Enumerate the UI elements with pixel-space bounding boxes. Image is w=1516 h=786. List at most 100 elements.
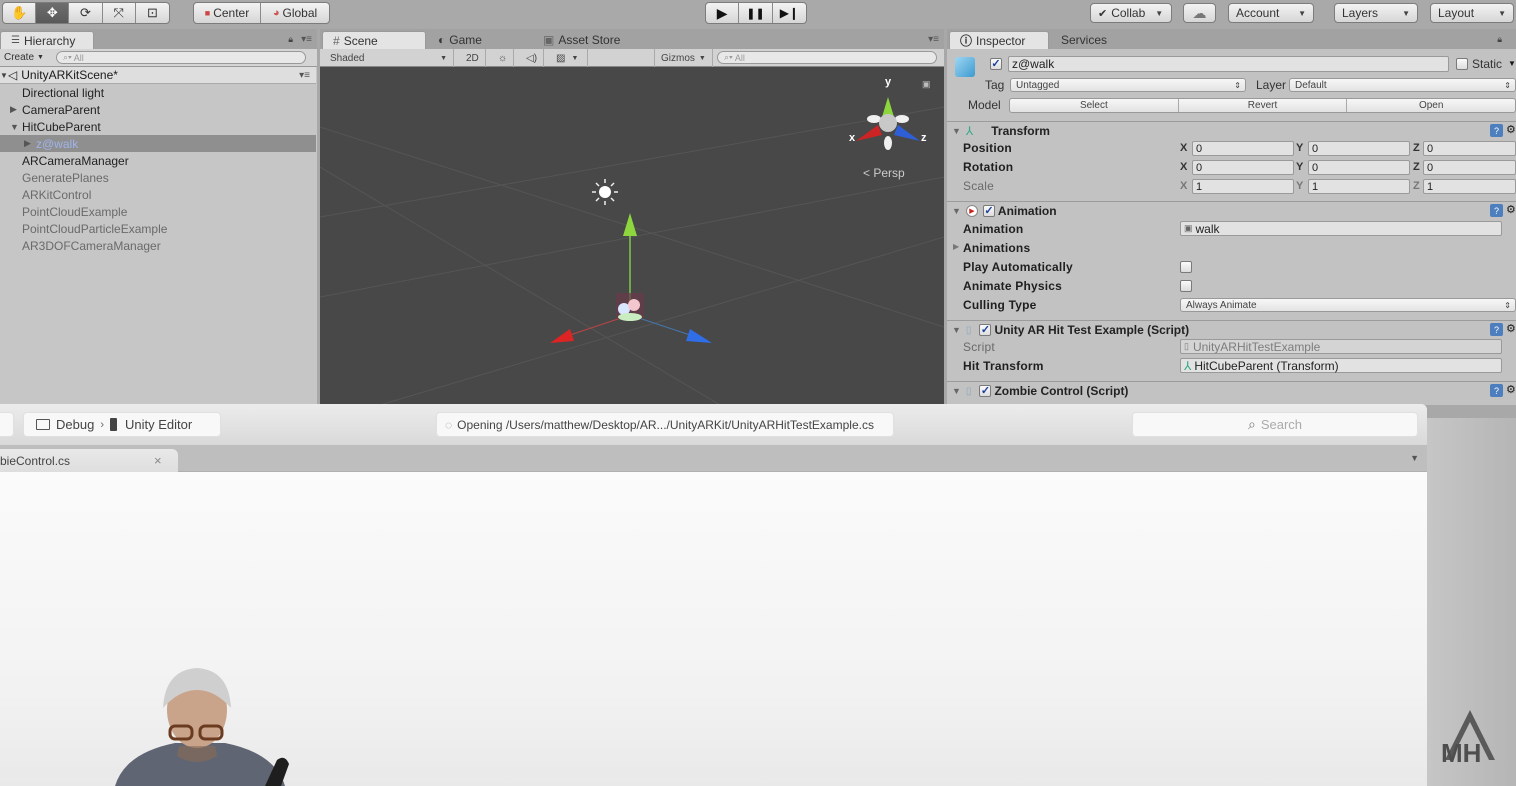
scheme-selector[interactable]: Debug › Unity Editor <box>23 412 221 437</box>
panel-menu-icon[interactable]: ▾≡ <box>928 34 939 45</box>
tab-hierarchy[interactable]: ☰ Hierarchy <box>0 31 94 49</box>
play-button[interactable]: ▶ <box>706 3 740 23</box>
lock-icon[interactable]: 🔒︎ <box>1497 34 1502 45</box>
model-revert-button[interactable]: Revert <box>1179 99 1348 112</box>
layers-dropdown[interactable]: Layers ▼ <box>1334 3 1418 23</box>
transform-rotation-z-input[interactable]: 0 <box>1423 160 1516 175</box>
hierarchy-item[interactable]: ▶ z@walk <box>0 135 316 152</box>
gizmos-dropdown[interactable]: Gizmos ▼ <box>654 49 713 67</box>
help-icon[interactable]: ? <box>1490 384 1503 397</box>
panel-menu-icon[interactable]: ▾≡ <box>301 34 312 45</box>
expand-arrow-icon[interactable]: ▶ <box>24 138 34 149</box>
culling-type-dropdown[interactable]: Always Animate ⇕ <box>1180 298 1516 312</box>
hierarchy-item[interactable]: PointCloudParticleExample <box>0 220 316 237</box>
transform-header[interactable]: ▼ ⅄ Transform <box>947 121 1516 140</box>
hierarchy-item[interactable]: PointCloudExample <box>0 203 316 220</box>
gizmo-x-cone[interactable] <box>856 125 882 141</box>
run-destination-button[interactable] <box>0 412 14 437</box>
pivot-center-button[interactable]: ■ Center <box>194 3 262 23</box>
create-dropdown[interactable]: Create ▼ <box>0 52 48 63</box>
gizmo-lock-icon[interactable]: ▣ <box>922 79 931 89</box>
move-tool-button[interactable]: ✥ <box>36 3 70 23</box>
rect-tool-button[interactable]: ⊡ <box>136 3 169 23</box>
lock-icon[interactable]: 🔒︎ <box>288 34 293 45</box>
hierarchy-search-input[interactable]: ⌕▾ All <box>55 51 306 64</box>
gear-icon[interactable]: ⚙ <box>1506 322 1516 335</box>
hit-test-header[interactable]: ▼ ▯ ✓ Unity AR Hit Test Example (Script) <box>947 320 1516 339</box>
hierarchy-item[interactable]: AR3DOFCameraManager <box>0 237 316 254</box>
audio-toggle[interactable]: ◁) <box>520 49 545 67</box>
hierarchy-item[interactable]: GeneratePlanes <box>0 169 316 186</box>
shading-mode-dropdown[interactable]: Shaded ▼ <box>324 49 454 67</box>
close-icon[interactable]: × <box>154 453 162 468</box>
scene-root-row[interactable]: ▼ ◁ UnityARKitScene* ▾≡ <box>0 67 316 84</box>
tab-overflow-icon[interactable]: ▼ <box>1410 453 1419 463</box>
hit-transform-field[interactable]: ⅄ HitCubeParent (Transform) <box>1180 358 1502 373</box>
tab-scene[interactable]: # Scene <box>322 31 426 49</box>
transform-scale-x-input[interactable]: 1 <box>1192 179 1294 194</box>
transform-position-z-input[interactable]: 0 <box>1423 141 1516 156</box>
hierarchy-item[interactable]: ▼ HitCubeParent <box>0 118 316 135</box>
x-axis-handle[interactable] <box>550 329 574 343</box>
gear-icon[interactable]: ⚙ <box>1506 383 1516 396</box>
cloud-button[interactable]: ☁ <box>1183 3 1216 23</box>
object-name-input[interactable]: z@walk <box>1008 56 1449 72</box>
orientation-gizmo[interactable] <box>856 97 920 150</box>
model-select-button[interactable]: Select <box>1010 99 1179 112</box>
active-checkbox[interactable]: ✓ <box>990 58 1002 70</box>
static-checkbox[interactable] <box>1456 58 1468 70</box>
gear-icon[interactable]: ⚙ <box>1506 203 1516 216</box>
projection-label[interactable]: < Persp <box>863 166 905 180</box>
effects-dropdown[interactable]: ▨ ▼ <box>550 49 588 67</box>
rotate-tool-button[interactable]: ⟳ <box>69 3 103 23</box>
gear-icon[interactable]: ⚙ <box>1506 123 1516 136</box>
scene-menu-icon[interactable]: ▾≡ <box>299 70 310 81</box>
expand-arrow-icon[interactable]: ▶ <box>953 242 959 251</box>
hit-test-enabled-checkbox[interactable]: ✓ <box>979 324 992 336</box>
hierarchy-item[interactable]: Directional light <box>0 84 316 101</box>
play-automatically-checkbox[interactable] <box>1180 261 1192 273</box>
help-icon[interactable]: ? <box>1490 204 1503 217</box>
zombie-enabled-checkbox[interactable]: ✓ <box>979 385 992 397</box>
collab-dropdown[interactable]: ✔ Collab ▼ <box>1090 3 1172 23</box>
transform-position-x-input[interactable]: 0 <box>1192 141 1294 156</box>
gizmo-z-cone[interactable] <box>894 125 920 141</box>
directional-light-icon[interactable] <box>592 179 618 205</box>
tab-asset-store[interactable]: ▣ Asset Store <box>533 31 630 49</box>
hierarchy-item[interactable]: ARKitControl <box>0 186 316 203</box>
static-dropdown-icon[interactable]: ▼ <box>1508 59 1516 68</box>
lighting-toggle[interactable]: ☼ <box>492 49 515 67</box>
hierarchy-item[interactable]: ARCameraManager <box>0 152 316 169</box>
animation-header[interactable]: ▼ ▶ ✓ Animation <box>947 201 1516 220</box>
transform-scale-y-input[interactable]: 1 <box>1308 179 1410 194</box>
hierarchy-item[interactable]: ▶ CameraParent <box>0 101 316 118</box>
expand-arrow-icon[interactable]: ▼ <box>10 122 20 132</box>
animations-label[interactable]: Animations <box>963 241 1030 255</box>
editor-tab-zombiecontrol[interactable]: bieControl.cs × <box>0 449 178 472</box>
animate-physics-checkbox[interactable] <box>1180 280 1192 292</box>
transform-position-y-input[interactable]: 0 <box>1308 141 1410 156</box>
scale-tool-button[interactable]: ⤧ <box>103 3 136 23</box>
zombie-control-header[interactable]: ▼ ▯ ✓ Zombie Control (Script) <box>947 381 1516 400</box>
tab-game[interactable]: ◐ Game <box>428 31 492 49</box>
pivot-global-button[interactable]: ◕ Global <box>261 3 329 23</box>
animation-clip-field[interactable]: ▣ walk <box>1180 221 1502 236</box>
tag-dropdown[interactable]: Untagged ⇕ <box>1010 78 1246 92</box>
scene-viewport[interactable]: y x z ▣ < Persp <box>320 67 944 405</box>
transform-scale-z-input[interactable]: 1 <box>1423 179 1516 194</box>
pause-button[interactable]: ❚❚ <box>739 3 773 23</box>
layout-dropdown[interactable]: Layout ▼ <box>1430 3 1514 23</box>
transform-rotation-x-input[interactable]: 0 <box>1192 160 1294 175</box>
layer-dropdown[interactable]: Default ⇕ <box>1289 78 1516 92</box>
transform-rotation-y-input[interactable]: 0 <box>1308 160 1410 175</box>
2d-toggle[interactable]: 2D <box>460 49 486 67</box>
selected-object-icon[interactable] <box>616 293 644 321</box>
help-icon[interactable]: ? <box>1490 124 1503 137</box>
z-axis-handle[interactable] <box>686 329 712 343</box>
tab-services[interactable]: Services <box>1051 31 1117 49</box>
expand-arrow-icon[interactable]: ▶ <box>10 104 20 115</box>
animation-enabled-checkbox[interactable]: ✓ <box>982 205 995 217</box>
editor-content[interactable] <box>0 472 1427 786</box>
hand-tool-button[interactable]: ✋ <box>3 3 37 23</box>
tab-inspector[interactable]: ⓘ Inspector <box>949 31 1049 49</box>
